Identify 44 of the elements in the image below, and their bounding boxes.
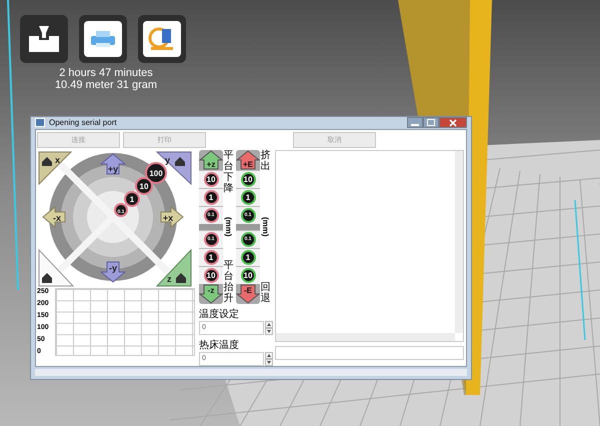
axis-label: 回退 — [260, 282, 270, 304]
step-button[interactable]: 1 — [124, 190, 140, 207]
maximize-icon — [427, 118, 435, 126]
step-button[interactable]: 10 — [240, 268, 256, 283]
field-label: 温度设定 — [199, 308, 240, 321]
home-z-button[interactable]: z — [156, 248, 192, 286]
field-label: 热床温度 — [199, 338, 240, 352]
close-button[interactable] — [439, 117, 467, 128]
scrollbar[interactable] — [455, 150, 463, 333]
move-right-button[interactable]: +x — [160, 206, 184, 228]
move-down-button[interactable]: -z — [199, 284, 223, 304]
move-down-button[interactable]: -E — [236, 284, 260, 304]
printer-icon[interactable] — [79, 15, 127, 63]
home-all-button[interactable] — [38, 248, 74, 286]
scrollbar[interactable] — [276, 332, 455, 341]
step-button[interactable]: 10 — [204, 268, 218, 283]
close-icon — [449, 118, 457, 126]
unit-label: (mm) — [224, 216, 233, 236]
print-estimate: 10.49 meter 31 gram — [54, 79, 158, 91]
app-icon — [35, 118, 45, 128]
step-button[interactable]: 1 — [204, 190, 218, 205]
home-x-button[interactable]: x — [38, 151, 72, 185]
minimize-button[interactable] — [407, 117, 423, 128]
window-title: Opening serial port — [49, 118, 118, 128]
step-button[interactable]: 10 — [204, 172, 218, 187]
print-estimate: 2 hours 47 minutes — [59, 67, 153, 79]
move-down-button[interactable]: -y — [100, 261, 126, 282]
axis-label: 平台下降 — [224, 150, 234, 194]
axis-label: 挤出 — [260, 150, 270, 172]
step-button[interactable]: 10 — [240, 172, 256, 187]
unit-label: (mm) — [261, 216, 270, 236]
step-button[interactable]: 1 — [240, 250, 256, 265]
step-button[interactable]: 1 — [204, 250, 218, 265]
move-up-button[interactable]: +E — [236, 150, 260, 170]
move-up-button[interactable]: +y — [100, 153, 126, 174]
move-up-button[interactable]: +z — [199, 150, 223, 170]
command-field[interactable] — [275, 346, 464, 360]
maximize-button[interactable] — [423, 117, 439, 128]
axis-label: 平台抬升 — [224, 260, 234, 304]
logo-icon[interactable] — [138, 15, 186, 63]
step-button[interactable]: 1 — [240, 190, 256, 205]
move-left-button[interactable]: -x — [42, 206, 66, 228]
step-button[interactable]: 10 — [135, 176, 153, 195]
load-icon[interactable] — [20, 15, 68, 63]
